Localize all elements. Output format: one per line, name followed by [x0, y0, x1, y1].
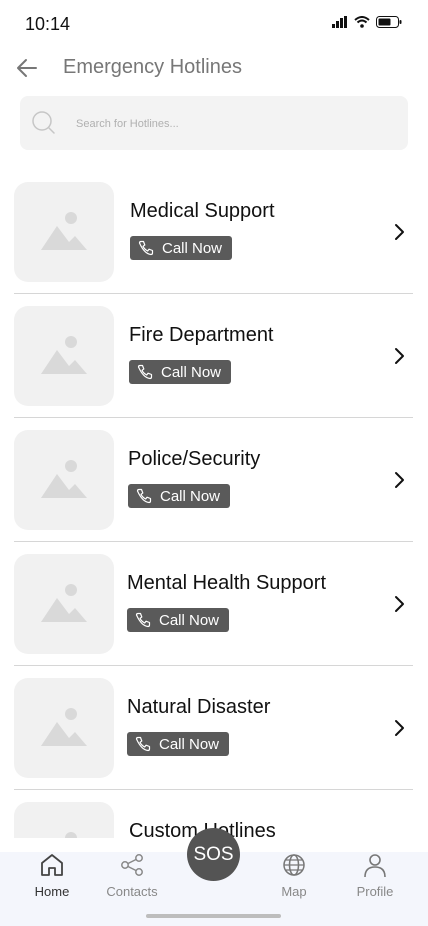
list-item[interactable]: Fire Department Call Now [14, 294, 413, 418]
home-indicator [146, 914, 281, 918]
user-icon [364, 854, 386, 878]
battery-icon [376, 16, 402, 28]
hotline-title: Fire Department [129, 324, 274, 346]
chevron-right-icon[interactable] [391, 470, 407, 490]
nav-home-label: Home [34, 884, 70, 899]
image-icon [41, 336, 87, 374]
phone-icon [138, 240, 154, 256]
call-now-label: Call Now [159, 611, 220, 629]
nav-contacts[interactable]: Contacts [100, 852, 164, 902]
sos-button[interactable]: SOS [187, 828, 240, 881]
home-icon [41, 854, 63, 876]
arrow-left-icon [17, 59, 37, 77]
image-placeholder [14, 306, 114, 406]
app-header: Emergency Hotlines [0, 50, 428, 86]
list-item[interactable]: Medical Support Call Now [14, 170, 413, 294]
status-time: 10:14 [25, 14, 71, 34]
image-placeholder [14, 182, 114, 282]
image-placeholder [14, 678, 114, 778]
call-now-label: Call Now [162, 239, 223, 257]
call-now-button[interactable]: Call Now [130, 236, 233, 260]
image-placeholder [14, 554, 114, 654]
sos-label: SOS [193, 843, 234, 865]
image-icon [41, 708, 87, 746]
phone-icon [135, 612, 151, 628]
list-item[interactable]: Police/Security Call Now [14, 418, 413, 542]
hotline-title: Police/Security [128, 448, 261, 470]
back-button[interactable] [14, 54, 42, 82]
share-icon [121, 854, 143, 876]
hotline-title: Medical Support [130, 200, 275, 222]
image-icon [41, 584, 87, 622]
list-item[interactable]: Natural Disaster Call Now [14, 666, 413, 790]
page-title: Emergency Hotlines [63, 56, 242, 78]
status-icons [332, 16, 402, 28]
phone-icon [136, 488, 152, 504]
hotline-title: Natural Disaster [127, 696, 271, 718]
chevron-right-icon[interactable] [391, 718, 407, 738]
nav-profile-label: Profile [356, 884, 394, 899]
nav-map-label: Map [281, 884, 307, 899]
nav-profile[interactable]: Profile [343, 852, 407, 902]
image-icon [41, 460, 87, 498]
chevron-right-icon[interactable] [391, 222, 407, 242]
phone-icon [137, 364, 153, 380]
call-now-label: Call Now [161, 363, 222, 381]
wifi-icon [354, 16, 370, 28]
image-icon [65, 832, 77, 838]
image-placeholder [14, 802, 114, 838]
search-input[interactable] [74, 114, 398, 134]
image-placeholder [14, 430, 114, 530]
image-icon [41, 212, 87, 250]
call-now-label: Call Now [159, 735, 220, 753]
nav-home[interactable]: Home [20, 852, 84, 902]
nav-map[interactable]: Map [262, 852, 326, 902]
chevron-right-icon[interactable] [391, 594, 407, 614]
status-bar: 10:14 [0, 0, 428, 50]
hotline-list: Medical Support Call Now Fire Department… [0, 170, 428, 838]
call-now-button[interactable]: Call Now [127, 608, 230, 632]
phone-icon [135, 736, 151, 752]
globe-icon [283, 854, 305, 876]
call-now-button[interactable]: Call Now [128, 484, 231, 508]
chevron-right-icon[interactable] [391, 346, 407, 366]
search-box[interactable] [20, 96, 408, 150]
search-icon [32, 111, 55, 134]
call-now-label: Call Now [160, 487, 221, 505]
signal-icon [332, 16, 347, 28]
call-now-button[interactable]: Call Now [127, 732, 230, 756]
call-now-button[interactable]: Call Now [129, 360, 232, 384]
list-item[interactable]: Mental Health Support Call Now [14, 542, 413, 666]
hotline-title: Mental Health Support [127, 572, 327, 594]
nav-contacts-label: Contacts [106, 884, 158, 899]
